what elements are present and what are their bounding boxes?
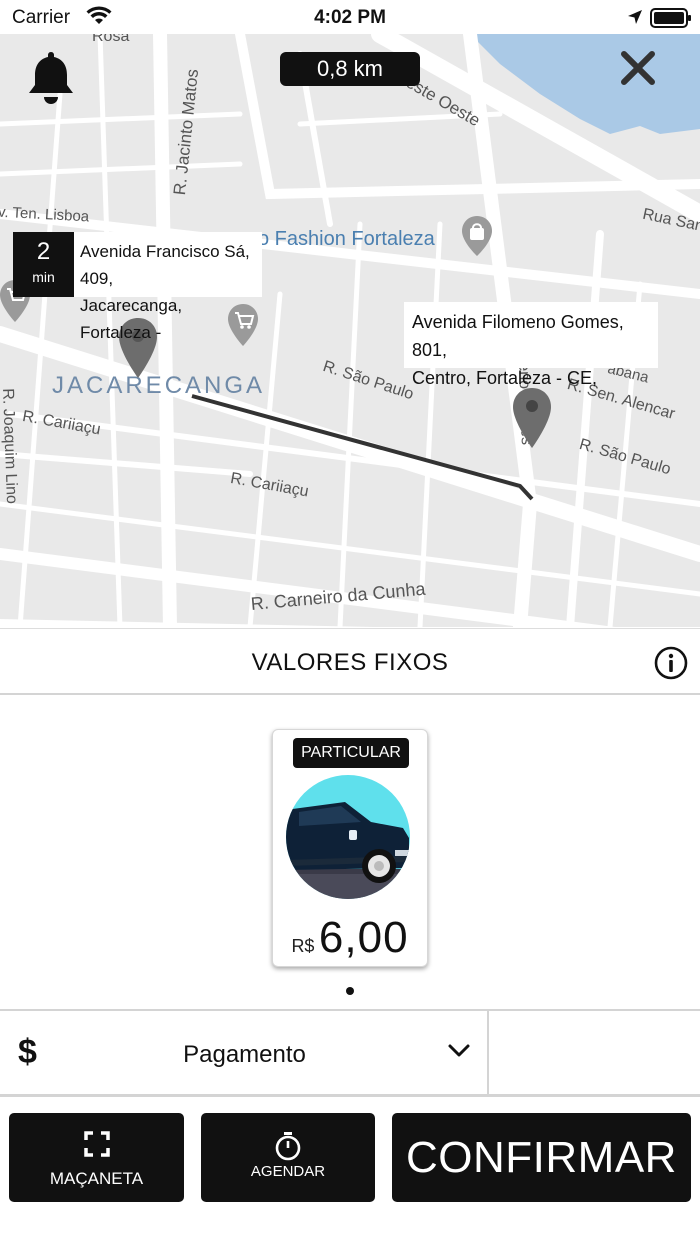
fare-section-header: VALORES FIXOS bbox=[0, 628, 700, 695]
map-view[interactable]: Rosa Av. Leste Oeste R. Jacinto Matos v.… bbox=[0, 34, 700, 627]
agendar-label: AGENDAR bbox=[250, 1163, 326, 1180]
car-illustration bbox=[285, 774, 415, 909]
map-label-rosa: Rosa bbox=[92, 34, 130, 45]
price-currency: R$ bbox=[291, 936, 315, 956]
bell-icon[interactable] bbox=[26, 48, 76, 111]
origin-address-callout[interactable]: Avenida Francisco Sá, 409, Jacarecanga, … bbox=[74, 232, 262, 342]
payment-row: $ Pagamento bbox=[0, 1009, 700, 1097]
macaneta-label: MAÇANETA bbox=[49, 1169, 144, 1188]
vehicle-card[interactable]: PARTICULAR R$ 6,00 bbox=[272, 729, 428, 967]
agendar-button[interactable]: AGENDAR bbox=[201, 1113, 375, 1202]
payment-selector[interactable]: $ Pagamento bbox=[0, 1011, 489, 1096]
origin-address-line-2: Jacarecanga, Fortaleza - bbox=[80, 296, 183, 342]
page-indicator-dot bbox=[346, 987, 354, 995]
chevron-down-icon bbox=[447, 1043, 471, 1064]
eta-unit: min bbox=[32, 269, 55, 285]
distance-badge: 0,8 km bbox=[280, 52, 420, 86]
stopwatch-icon bbox=[201, 1131, 375, 1161]
confirm-label: CONFIRMAR bbox=[406, 1133, 677, 1182]
info-icon[interactable] bbox=[654, 646, 688, 685]
location-arrow-icon bbox=[627, 9, 643, 30]
close-icon[interactable] bbox=[620, 50, 656, 91]
eta-value: 2 bbox=[36, 238, 51, 265]
confirm-button[interactable]: CONFIRMAR bbox=[392, 1113, 691, 1202]
fare-price: R$ 6,00 bbox=[273, 913, 427, 963]
price-value: 6,00 bbox=[318, 913, 409, 962]
origin-address-line-1: Avenida Francisco Sá, 409, bbox=[80, 242, 250, 288]
payment-label: Pagamento bbox=[183, 1041, 306, 1068]
section-title: VALORES FIXOS bbox=[251, 649, 449, 676]
destination-pin-icon[interactable] bbox=[511, 386, 553, 455]
vehicle-category-tag: PARTICULAR bbox=[293, 738, 409, 768]
destination-address-line-2: Centro, Fortaleza - CE, bbox=[412, 368, 598, 388]
scan-frame-icon bbox=[9, 1131, 184, 1157]
shopping-poi-icon[interactable] bbox=[460, 214, 494, 263]
eta-badge: 2 min bbox=[13, 232, 74, 297]
clock-time: 4:02 PM bbox=[314, 7, 386, 28]
map-label-fashion-fortaleza: o Fashion Fortaleza bbox=[258, 228, 435, 250]
macaneta-button[interactable]: MAÇANETA bbox=[9, 1113, 184, 1202]
destination-address-line-1: Avenida Filomeno Gomes, 801, bbox=[412, 312, 624, 360]
battery-icon bbox=[650, 8, 692, 33]
action-bar: MAÇANETA AGENDAR CONFIRMAR bbox=[0, 1100, 700, 1244]
vehicle-carousel[interactable]: PARTICULAR R$ 6,00 bbox=[0, 697, 700, 1009]
destination-address-callout[interactable]: Avenida Filomeno Gomes, 801, Centro, For… bbox=[404, 302, 658, 388]
status-bar: Carrier 4:02 PM bbox=[0, 0, 700, 34]
